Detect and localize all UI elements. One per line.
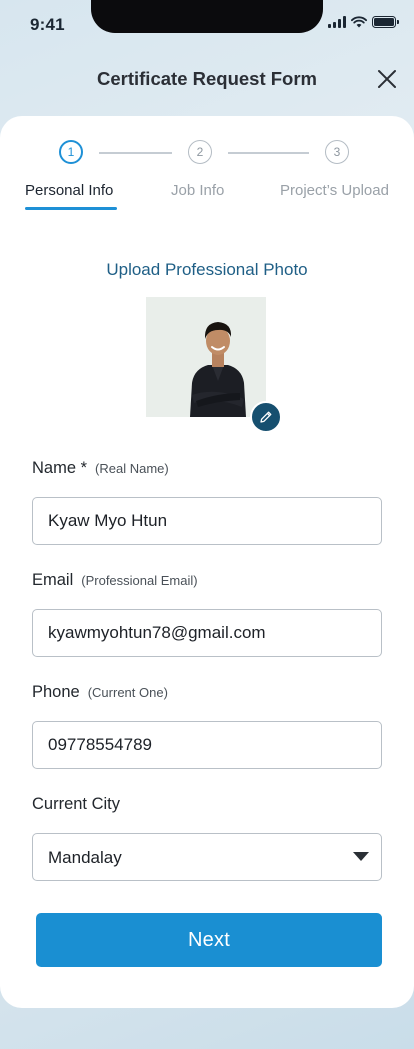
phone-label-text: Phone [32, 683, 80, 701]
device-notch [91, 0, 323, 33]
chevron-down-icon [353, 852, 369, 861]
upload-photo-label: Upload Professional Photo [106, 260, 308, 279]
name-hint: (Real Name) [95, 461, 169, 476]
status-icons [328, 15, 399, 29]
close-icon [378, 70, 396, 88]
next-button[interactable]: Next [36, 913, 382, 967]
form-card: 1 2 3 Personal Info Job Info Project’s U… [0, 116, 414, 1008]
tab-projects-upload[interactable]: Project’s Upload [280, 182, 389, 199]
name-label-text: Name * [32, 459, 88, 477]
phone-label: Phone (Current One) [32, 683, 168, 702]
header: Certificate Request Form [0, 58, 414, 100]
step-connector [99, 152, 172, 154]
email-label-text: Email [32, 571, 74, 589]
pencil-icon [260, 411, 272, 423]
phone-input[interactable] [32, 721, 382, 769]
email-label: Email (Professional Email) [32, 571, 198, 590]
page-title: Certificate Request Form [97, 68, 317, 89]
city-label-text: Current City [32, 795, 121, 813]
name-label: Name * (Real Name) [32, 459, 169, 478]
wifi-icon [351, 16, 367, 28]
city-label: Current City [32, 795, 120, 814]
stepper: 1 2 3 Personal Info Job Info Project’s U… [0, 140, 414, 212]
step-3-indicator[interactable]: 3 [325, 140, 349, 164]
active-tab-indicator [25, 207, 117, 210]
name-input[interactable] [32, 497, 382, 545]
status-bar: 9:41 [0, 0, 414, 48]
step-1-indicator[interactable]: 1 [59, 140, 83, 164]
step-connector [228, 152, 309, 154]
battery-icon [372, 16, 399, 28]
email-hint: (Professional Email) [81, 573, 198, 588]
status-time: 9:41 [30, 15, 65, 34]
person-illustration [146, 297, 266, 417]
city-select[interactable]: Mandalay [32, 833, 382, 881]
tab-personal-info[interactable]: Personal Info [25, 182, 113, 199]
edit-photo-button[interactable] [250, 401, 282, 433]
profile-photo[interactable] [146, 297, 266, 417]
phone-hint: (Current One) [87, 685, 168, 700]
close-button[interactable] [374, 66, 400, 92]
tab-job-info[interactable]: Job Info [171, 182, 224, 199]
email-input[interactable] [32, 609, 382, 657]
step-2-indicator[interactable]: 2 [188, 140, 212, 164]
city-select-value: Mandalay [48, 848, 122, 867]
cellular-signal-icon [328, 16, 346, 28]
